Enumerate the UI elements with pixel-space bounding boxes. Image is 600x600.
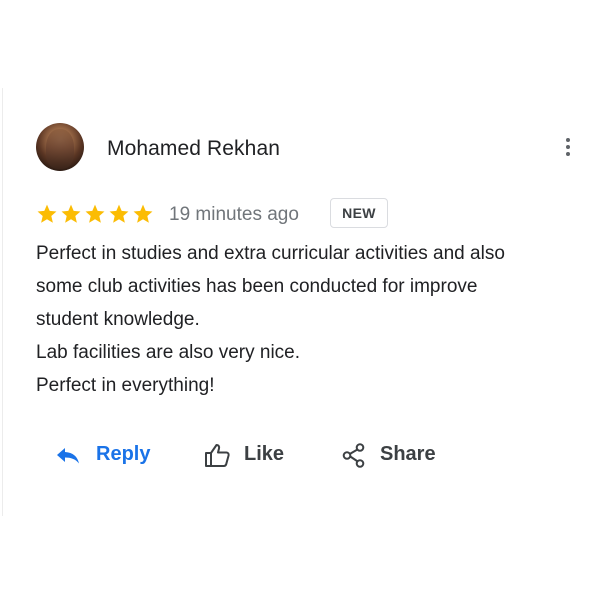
reply-arrow-icon: [54, 442, 82, 473]
star-icon: [85, 204, 105, 223]
like-label: Like: [244, 443, 285, 465]
avatar-photo: [46, 129, 74, 169]
more-options-button[interactable]: [556, 135, 580, 161]
reply-label: Reply: [96, 443, 151, 465]
review-line: Perfect in everything!: [36, 375, 215, 396]
new-badge: NEW: [330, 198, 388, 228]
star-icon: [61, 204, 81, 223]
like-button[interactable]: Like: [204, 438, 294, 474]
review-meta: 19 minutes ago NEW: [36, 198, 576, 234]
star-rating: [36, 203, 156, 225]
thumbs-up-icon: [204, 442, 232, 473]
author-name[interactable]: Mohamed Rekhan: [107, 137, 280, 161]
review-line: Perfect in studies and extra curricular …: [36, 243, 505, 264]
review-time: 19 minutes ago: [169, 204, 299, 225]
star-icon: [109, 204, 129, 223]
review-line: Lab facilities are also very nice.: [36, 342, 301, 363]
review-line: student knowledge.: [36, 309, 200, 330]
star-icon: [133, 204, 153, 223]
star-icon: [37, 204, 57, 223]
review-actions: Reply Like Share: [36, 438, 576, 474]
review-text: Perfect in studies and extra curricular …: [36, 237, 596, 402]
share-label: Share: [380, 443, 436, 465]
review-header: Mohamed Rekhan: [36, 123, 586, 173]
review-line: some club activities has been conducted …: [36, 276, 478, 297]
more-vert-icon: [566, 138, 570, 156]
share-button[interactable]: Share: [340, 438, 450, 474]
reply-button[interactable]: Reply: [54, 438, 166, 474]
share-icon: [340, 442, 368, 475]
avatar[interactable]: [36, 123, 84, 171]
review-card: Mohamed Rekhan 19 minutes ago NEW Perfec…: [2, 88, 599, 516]
page: Mohamed Rekhan 19 minutes ago NEW Perfec…: [0, 0, 600, 600]
